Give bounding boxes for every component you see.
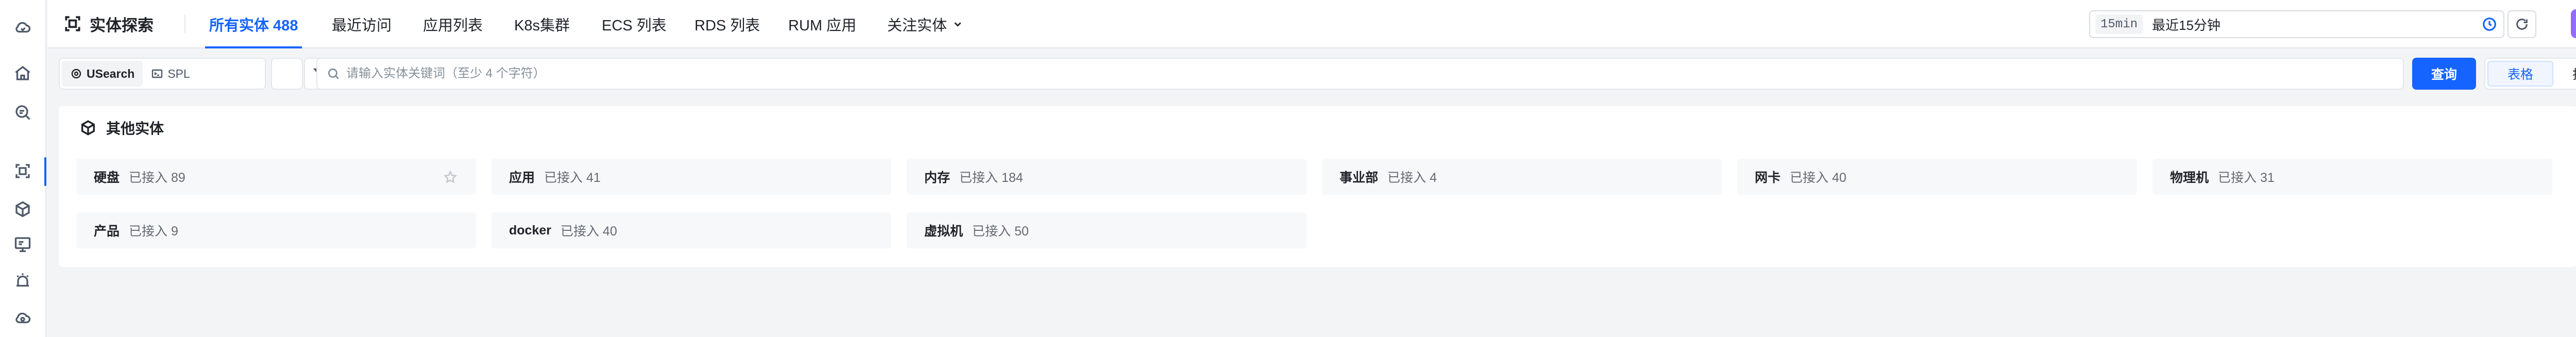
entity-count: 已接入 4 — [1387, 171, 1437, 185]
group-title: 其他实体 — [106, 121, 164, 137]
tab-rds-list[interactable]: RDS 列表 — [694, 0, 760, 48]
search-doc-icon[interactable] — [11, 101, 34, 124]
mode-label: SPL — [167, 66, 190, 80]
entity-count: 已接入 40 — [560, 224, 617, 239]
search-field[interactable] — [316, 58, 2404, 90]
view-topology[interactable]: 拓扑 — [2553, 61, 2576, 87]
mode-usearch[interactable]: USearch — [62, 61, 143, 87]
terminal-icon — [152, 69, 163, 78]
rail-active-indicator — [44, 157, 46, 186]
tab-label: K8s集群 — [514, 18, 570, 34]
entity-item-nic[interactable]: 网卡 已接入 40 — [1737, 159, 2137, 195]
entity-item-physical-machine[interactable]: 物理机 已接入 31 — [2153, 159, 2552, 195]
tab-recent[interactable]: 最近访问 — [332, 0, 392, 48]
usearch-icon — [71, 69, 81, 79]
entity-name: 网卡 — [1755, 171, 1781, 185]
search-input[interactable] — [346, 66, 2403, 81]
divider — [184, 14, 185, 33]
tab-followed-entities[interactable]: 关注实体 — [887, 0, 963, 48]
entity-item-product[interactable]: 产品 已接入 9 — [76, 212, 476, 248]
tab-label: 所有实体 488 — [209, 18, 298, 34]
entity-item-docker[interactable]: docker 已接入 40 — [492, 212, 891, 248]
entity-count: 已接入 50 — [972, 224, 1029, 239]
refresh-icon — [2516, 19, 2528, 30]
chevron-down-icon — [954, 22, 961, 27]
entity-count: 已接入 9 — [129, 224, 178, 239]
cube-icon[interactable] — [11, 198, 34, 221]
tab-ecs-list[interactable]: ECS 列表 — [602, 0, 667, 48]
entity-count: 已接入 41 — [544, 171, 601, 185]
tab-label: RDS 列表 — [694, 18, 760, 34]
entity-group-card: 其他实体 硬盘 已接入 89 应用 已接入 41 内存 已接入 184 事业部 … — [59, 106, 2576, 267]
entity-count: 已接入 31 — [2218, 171, 2275, 185]
tab-rum-apps[interactable]: RUM 应用 — [788, 0, 856, 48]
search-toolbar: USearch SPL 查询 表格 拓扑 — [47, 49, 2576, 101]
entity-name: 内存 — [924, 171, 951, 185]
entity-name: 事业部 — [1340, 171, 1379, 185]
entity-name: 物理机 — [2170, 171, 2209, 185]
refresh-button[interactable] — [2507, 10, 2536, 38]
top-navigation: 实体探索 所有实体 488 最近访问 应用列表 K8s集群 ECS 列表 RDS… — [47, 0, 2576, 48]
view-switch: 表格 拓扑 — [2484, 58, 2576, 90]
entity-item-vm[interactable]: 虚拟机 已接入 50 — [907, 212, 1307, 248]
tab-label: RUM 应用 — [788, 18, 857, 34]
entity-name: 应用 — [509, 171, 535, 185]
alarm-icon[interactable] — [11, 269, 34, 292]
entity-name: 虚拟机 — [924, 224, 963, 239]
entity-name: docker — [509, 223, 551, 238]
group-header: 其他实体 — [79, 116, 164, 139]
ai-assistant-button[interactable] — [2571, 9, 2576, 38]
entity-item-business-unit[interactable]: 事业部 已接入 4 — [1322, 159, 1722, 195]
tab-label: 应用列表 — [423, 18, 483, 34]
monitor-icon[interactable] — [11, 233, 34, 256]
entity-count: 已接入 184 — [959, 171, 1023, 185]
entity-explore-icon — [65, 16, 80, 31]
query-button[interactable]: 查询 — [2412, 58, 2476, 90]
entity-name: 产品 — [94, 224, 120, 239]
page-title: 实体探索 — [90, 16, 154, 35]
entity-item-memory[interactable]: 内存 已接入 184 — [907, 159, 1307, 195]
entity-count: 已接入 89 — [129, 171, 185, 185]
tab-all-entities[interactable]: 所有实体 488 — [205, 0, 302, 48]
home-icon[interactable] — [11, 62, 34, 85]
page-brand: 实体探索 — [63, 11, 154, 36]
left-rail — [0, 0, 46, 337]
entity-count: 已接入 40 — [1790, 171, 1846, 185]
entity-item-disk[interactable]: 硬盘 已接入 89 — [76, 159, 476, 195]
entity-explore-icon[interactable] — [11, 160, 34, 182]
tab-app-list[interactable]: 应用列表 — [423, 0, 483, 48]
tab-k8s-clusters[interactable]: K8s集群 — [514, 0, 570, 48]
star-icon[interactable] — [443, 170, 457, 184]
tab-label: ECS 列表 — [602, 18, 667, 34]
entity-name: 硬盘 — [94, 171, 120, 185]
tab-label: 关注实体 — [887, 18, 947, 34]
entity-item-app[interactable]: 应用 已接入 41 — [492, 159, 891, 195]
clock-icon[interactable] — [2482, 16, 2497, 32]
cloud-icon[interactable] — [11, 307, 34, 330]
mode-spl[interactable]: SPL — [143, 61, 198, 87]
time-range-label: 最近15分钟 — [2152, 17, 2221, 33]
time-range-badge: 15min — [2095, 14, 2143, 34]
mode-label: USearch — [87, 66, 135, 80]
cube-icon — [81, 120, 95, 136]
time-range-picker[interactable]: 15min 最近15分钟 — [2089, 10, 2504, 38]
cloud-sync-icon[interactable] — [11, 16, 34, 39]
search-mode-switch: USearch SPL — [59, 58, 266, 90]
search-icon — [328, 68, 339, 79]
tab-label: 最近访问 — [332, 18, 392, 34]
active-tab-underline — [205, 46, 302, 48]
view-table[interactable]: 表格 — [2487, 61, 2553, 87]
